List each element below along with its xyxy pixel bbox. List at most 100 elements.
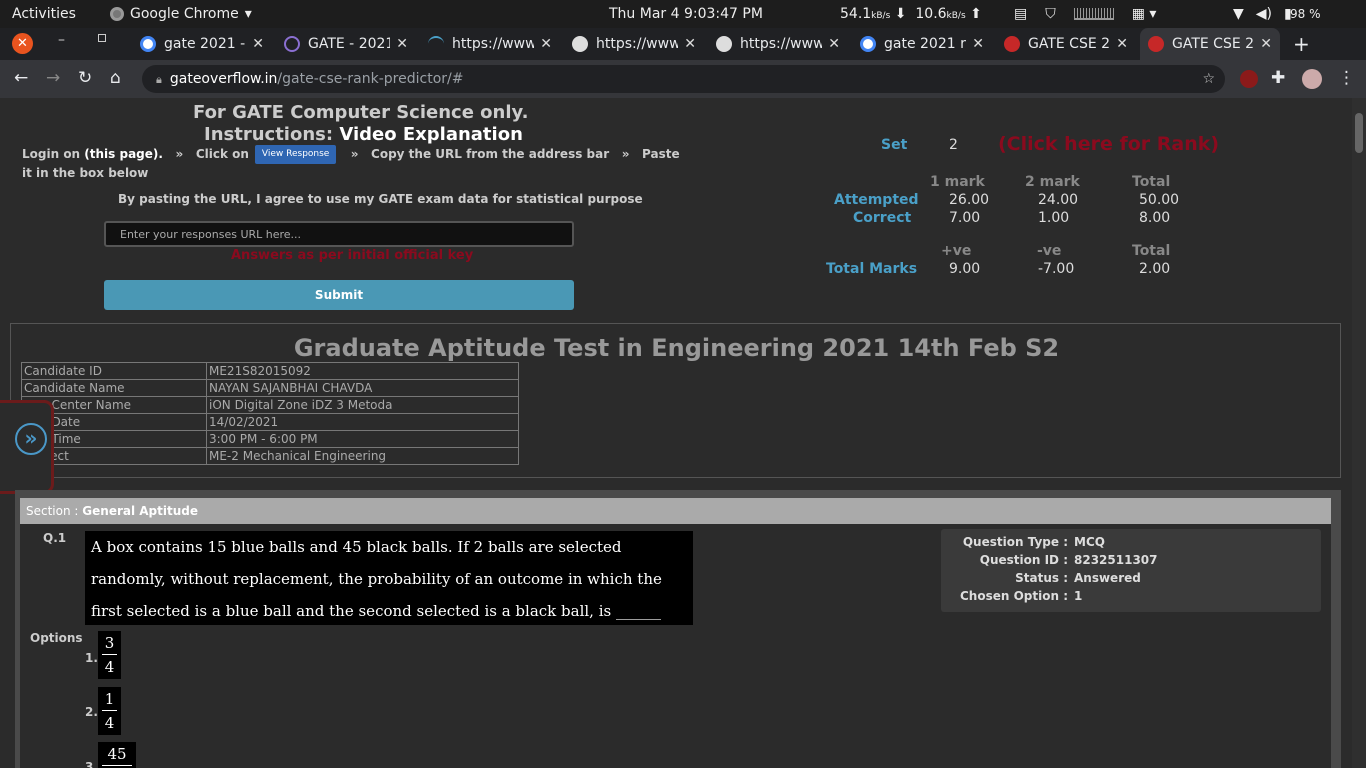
numerator: 1 bbox=[102, 687, 117, 711]
option-2-fraction: 1 4 bbox=[98, 687, 121, 735]
video-explanation-link[interactable]: Video Explanation bbox=[339, 124, 523, 145]
step-copy: Copy the URL from the address bar bbox=[371, 147, 610, 161]
col-2mark: 2 mark bbox=[1025, 174, 1080, 190]
correct-1mark: 7.00 bbox=[949, 210, 981, 226]
chat-icon[interactable]: ▤ bbox=[1014, 0, 1027, 28]
double-chevron-right-icon[interactable]: » bbox=[15, 423, 47, 455]
section-name: General Aptitude bbox=[82, 504, 198, 518]
consent-text: By pasting the URL, I agree to use my GA… bbox=[118, 192, 643, 206]
tab[interactable]: https://www ✕ bbox=[420, 28, 560, 60]
close-icon[interactable]: ✕ bbox=[1116, 36, 1128, 52]
upload-unit: kB/s bbox=[946, 11, 966, 21]
globe-icon bbox=[716, 36, 732, 52]
upload-arrow-icon: ⬆ bbox=[970, 6, 982, 22]
marks-total: 2.00 bbox=[1139, 261, 1171, 277]
close-icon[interactable]: ✕ bbox=[828, 36, 840, 52]
rank-link[interactable]: (Click here for Rank) bbox=[998, 133, 1219, 155]
responses-url-input[interactable] bbox=[104, 221, 574, 247]
tab-title: https://www bbox=[596, 36, 679, 52]
this-page-link[interactable]: (this page). bbox=[84, 147, 163, 161]
clipboard-icon[interactable]: ▦ ▾ bbox=[1132, 0, 1157, 28]
step-separator: » bbox=[175, 147, 184, 161]
url-path: /gate-cse-rank-predictor/# bbox=[277, 71, 464, 87]
lock-icon[interactable]: 🔒︎ bbox=[156, 73, 162, 86]
loading-icon bbox=[428, 36, 444, 52]
attempted-2mark: 24.00 bbox=[1038, 192, 1079, 208]
option-1-fraction: 3 4 bbox=[98, 631, 121, 679]
address-bar[interactable]: 🔒︎ gateoverflow.in/gate-cse-rank-predicto… bbox=[142, 65, 1225, 93]
set-label: Set bbox=[881, 137, 908, 153]
row-value: iON Digital Zone iDZ 3 Metoda bbox=[206, 396, 519, 414]
shield-icon[interactable]: ⛉ bbox=[1045, 0, 1056, 28]
info-key: Question Type : bbox=[962, 535, 1068, 549]
tab[interactable]: https://www ✕ bbox=[564, 28, 704, 60]
step-separator: » bbox=[621, 147, 630, 161]
gateoverflow-icon bbox=[1148, 36, 1164, 52]
denominator: 4 bbox=[104, 658, 115, 676]
extensions-puzzle-icon[interactable]: ✚ bbox=[1271, 68, 1285, 88]
window-close-icon[interactable]: ✕ bbox=[12, 33, 33, 54]
submit-button[interactable]: Submit bbox=[104, 280, 574, 310]
tab[interactable]: https://www ✕ bbox=[708, 28, 848, 60]
download-speed: 54.1 bbox=[840, 6, 872, 22]
marks-negative: -7.00 bbox=[1038, 261, 1075, 277]
tab-active[interactable]: GATE CSE 20 ✕ bbox=[1140, 28, 1280, 60]
scrollbar-thumb[interactable] bbox=[1355, 113, 1363, 153]
menu-kebab-icon[interactable]: ⋮ bbox=[1338, 68, 1355, 88]
activities-button[interactable]: Activities bbox=[12, 0, 76, 28]
exam-details-panel: Graduate Aptitude Test in Engineering 20… bbox=[10, 323, 1341, 478]
close-icon[interactable]: ✕ bbox=[684, 36, 696, 52]
row-value: ME21S82015092 bbox=[206, 362, 519, 380]
row-key: Candidate Name bbox=[21, 379, 207, 397]
tab-title: https://www bbox=[740, 36, 823, 52]
question-text: A box contains 15 blue balls and 45 blac… bbox=[85, 531, 693, 625]
avatar[interactable] bbox=[1302, 69, 1322, 89]
tab[interactable]: gate 2021 - G ✕ bbox=[132, 28, 272, 60]
correct-label: Correct bbox=[853, 210, 912, 226]
ublock-icon[interactable] bbox=[1240, 70, 1258, 88]
row-value: 14/02/2021 bbox=[206, 413, 519, 431]
info-key: Chosen Option : bbox=[960, 589, 1068, 603]
reload-icon[interactable]: ↻ bbox=[78, 68, 92, 88]
tab-title: https://www bbox=[452, 36, 535, 52]
home-icon[interactable]: ⌂ bbox=[110, 68, 121, 88]
app-menu[interactable]: Google Chrome ▾ bbox=[110, 0, 252, 28]
status-icons[interactable]: ▼ ◀) ▮ bbox=[1233, 0, 1292, 28]
volume-icon: ◀) bbox=[1255, 6, 1273, 22]
close-icon[interactable]: ✕ bbox=[972, 36, 984, 52]
question-info: Question Type : MCQ Question ID : 82325113… bbox=[941, 529, 1321, 612]
step-click: Click on bbox=[195, 147, 249, 161]
info-value: 1 bbox=[1074, 589, 1083, 603]
globe-icon bbox=[572, 36, 588, 52]
question-number: Q.1 bbox=[43, 531, 67, 545]
info-value: Answered bbox=[1074, 571, 1141, 585]
network-speed: 54.1kB/s ⬇ 10.6kB/s ⬆ bbox=[840, 0, 982, 28]
back-icon[interactable]: ← bbox=[14, 68, 28, 88]
tab-title: GATE CSE 20 bbox=[1172, 36, 1255, 52]
window-minimize-icon[interactable]: – bbox=[58, 32, 65, 48]
tab[interactable]: GATE CSE 20 ✕ bbox=[996, 28, 1136, 60]
page-content: For GATE Computer Science only. Instruct… bbox=[0, 98, 1352, 768]
step-separator: » bbox=[350, 147, 359, 161]
bookmark-star-icon[interactable]: ☆ bbox=[1202, 65, 1215, 93]
page-heading: For GATE Computer Science only. bbox=[193, 102, 529, 123]
tab[interactable]: gate 2021 re ✕ bbox=[852, 28, 992, 60]
close-icon[interactable]: ✕ bbox=[540, 36, 552, 52]
view-response-button[interactable]: View Response bbox=[254, 145, 337, 164]
close-icon[interactable]: ✕ bbox=[396, 36, 408, 52]
new-tab-icon[interactable]: + bbox=[1293, 32, 1310, 56]
forward-icon[interactable]: → bbox=[46, 68, 60, 88]
close-icon[interactable]: ✕ bbox=[252, 36, 264, 52]
tab[interactable]: GATE - 2021 ✕ bbox=[276, 28, 416, 60]
close-icon[interactable]: ✕ bbox=[1260, 36, 1272, 52]
total-marks-label: Total Marks bbox=[826, 261, 918, 277]
step-login: Login on bbox=[22, 147, 81, 161]
page-scrollbar[interactable] bbox=[1352, 98, 1366, 768]
clock[interactable]: Thu Mar 4 9:03:47 PM bbox=[609, 0, 763, 28]
side-panel-toggle[interactable]: » bbox=[0, 400, 54, 494]
answer-key-note: Answers as per initial official key bbox=[231, 248, 474, 263]
window-maximize-icon[interactable] bbox=[98, 34, 106, 42]
download-arrow-icon: ⬇ bbox=[894, 6, 907, 22]
info-key: Status : bbox=[1015, 571, 1068, 585]
tab-title: GATE CSE 20 bbox=[1028, 36, 1111, 52]
